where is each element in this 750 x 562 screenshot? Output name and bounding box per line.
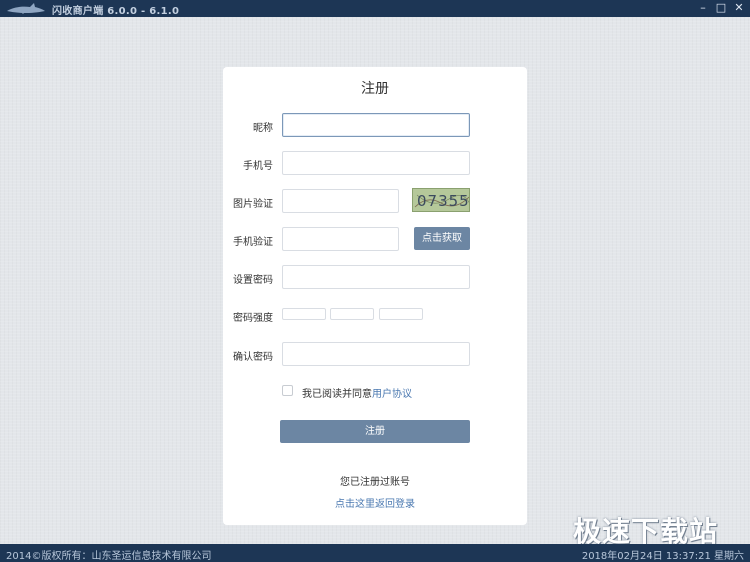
captcha-image[interactable]: 07355 bbox=[412, 188, 470, 212]
phone-label: 手机号 bbox=[243, 161, 273, 172]
register-button[interactable]: 注册 bbox=[280, 420, 470, 443]
confirm-password-input[interactable] bbox=[282, 342, 470, 366]
sms-code-label: 手机验证 bbox=[233, 237, 273, 248]
image-code-label: 图片验证 bbox=[233, 199, 273, 210]
strength-bar-strong bbox=[379, 308, 423, 320]
image-code-input[interactable] bbox=[282, 189, 399, 213]
datetime-text: 2018年02月24日 13:37:21 星期六 bbox=[581, 551, 744, 562]
back-to-login-link[interactable]: 点击这里返回登录 bbox=[223, 495, 527, 510]
nickname-label: 昵称 bbox=[253, 123, 273, 134]
strength-label: 密码强度 bbox=[233, 313, 273, 324]
strength-bar-weak bbox=[282, 308, 326, 320]
phone-input[interactable] bbox=[282, 151, 470, 175]
page-title: 注册 bbox=[361, 81, 389, 97]
minimize-button[interactable]: – bbox=[696, 1, 710, 15]
password-label: 设置密码 bbox=[233, 275, 273, 286]
nickname-input[interactable] bbox=[282, 113, 470, 137]
agree-checkbox[interactable] bbox=[282, 385, 293, 396]
copyright-text: 2014©版权所有：山东圣运信息技术有限公司 bbox=[6, 551, 212, 562]
get-code-button[interactable]: 点击获取 bbox=[414, 227, 470, 250]
captcha-svg: 07355 bbox=[414, 192, 470, 210]
title-bar: 闪收商户端 6.0.0 - 6.1.0 – □ ✕ bbox=[0, 0, 750, 17]
maximize-button[interactable]: □ bbox=[714, 1, 728, 15]
sms-code-input[interactable] bbox=[282, 227, 399, 251]
close-button[interactable]: ✕ bbox=[732, 1, 746, 15]
shark-logo-icon bbox=[7, 3, 45, 14]
agree-label: 我已阅读并同意用户协议 bbox=[302, 385, 412, 400]
strength-bar-medium bbox=[330, 308, 374, 320]
register-panel: 注册 昵称 手机号 图片验证 07355 手机验证 点击获取 设置密码 密码强度… bbox=[223, 67, 527, 525]
status-bar: 2014©版权所有：山东圣运信息技术有限公司 2018年02月24日 13:37… bbox=[0, 544, 750, 562]
password-input[interactable] bbox=[282, 265, 470, 289]
captcha-text: 07355 bbox=[417, 192, 470, 210]
already-registered-text: 您已注册过账号 bbox=[340, 477, 410, 488]
window-title: 闪收商户端 6.0.0 - 6.1.0 bbox=[52, 6, 180, 17]
confirm-password-label: 确认密码 bbox=[233, 352, 273, 363]
agree-text: 我已阅读并同意 bbox=[302, 389, 372, 400]
user-agreement-link[interactable]: 用户协议 bbox=[372, 389, 412, 400]
